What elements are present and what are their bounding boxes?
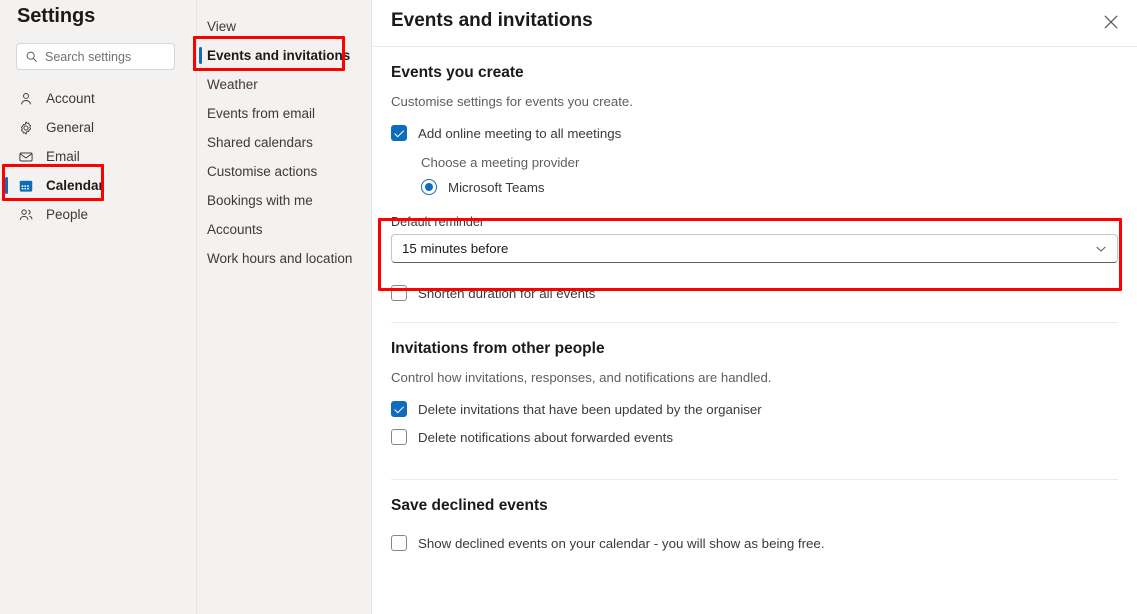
sidebar-nav: Account General Email Calendar People xyxy=(0,84,197,229)
search-settings-box[interactable] xyxy=(16,43,175,70)
subnav-item-events-from-email[interactable]: Events from email xyxy=(197,99,372,128)
subnav-item-label: Bookings with me xyxy=(207,193,313,208)
checkbox-label: Delete invitations that have been update… xyxy=(418,401,762,417)
subnav-list: View Events and invitations Weather Even… xyxy=(197,12,372,273)
checkbox-label: Shorten duration for all events xyxy=(418,285,596,301)
sidebar-item-label: General xyxy=(46,120,95,135)
radio-label: Microsoft Teams xyxy=(448,179,545,195)
calendar-icon xyxy=(17,177,34,194)
subnav-item-label: Shared calendars xyxy=(207,135,313,150)
checkbox-row-add-online-meeting[interactable]: Add online meeting to all meetings xyxy=(391,125,1118,141)
checkbox-add-online-meeting[interactable] xyxy=(391,125,407,141)
subnav-item-label: Accounts xyxy=(207,222,263,237)
checkbox-label: Delete notifications about forwarded eve… xyxy=(418,429,674,445)
checkbox-show-declined-events[interactable] xyxy=(391,535,407,551)
chevron-down-icon xyxy=(1094,242,1108,256)
subnav-item-events-and-invitations[interactable]: Events and invitations xyxy=(197,41,372,70)
subnav-item-label: Weather xyxy=(207,77,258,92)
people-icon xyxy=(17,206,34,223)
radio-microsoft-teams[interactable] xyxy=(421,179,437,195)
search-input[interactable] xyxy=(45,49,165,64)
sidebar-item-people[interactable]: People xyxy=(0,200,197,229)
sidebar-item-label: Email xyxy=(46,149,80,164)
section-description: Control how invitations, responses, and … xyxy=(391,370,772,385)
default-reminder-field: Default reminder 15 minutes before xyxy=(391,215,1118,263)
default-reminder-label: Default reminder xyxy=(391,215,485,229)
subnav-item-bookings-with-me[interactable]: Bookings with me xyxy=(197,186,372,215)
checkbox-row-delete-forwarded-notifications[interactable]: Delete notifications about forwarded eve… xyxy=(391,429,1118,445)
search-icon xyxy=(25,50,38,63)
radio-row-microsoft-teams[interactable]: Microsoft Teams xyxy=(421,179,1118,195)
sidebar-item-label: People xyxy=(46,207,89,222)
main-header: Events and invitations xyxy=(372,0,1137,47)
subnav-item-label: Work hours and location xyxy=(207,251,353,266)
checkbox-row-delete-updated-invitations[interactable]: Delete invitations that have been update… xyxy=(391,401,1118,417)
envelope-icon xyxy=(17,148,34,165)
sidebar-item-general[interactable]: General xyxy=(0,113,197,142)
main-body: Events you create Customise settings for… xyxy=(372,64,1137,551)
section-description: Customise settings for events you create… xyxy=(391,94,633,109)
calendar-subnav: View Events and invitations Weather Even… xyxy=(197,0,372,614)
subnav-item-label: Events and invitations xyxy=(207,48,351,63)
subnav-item-accounts[interactable]: Accounts xyxy=(197,215,372,244)
checkbox-delete-updated-invitations[interactable] xyxy=(391,401,407,417)
checkbox-row-shorten-duration[interactable]: Shorten duration for all events xyxy=(391,285,1118,301)
default-reminder-value: 15 minutes before xyxy=(402,241,509,256)
subnav-item-label: Events from email xyxy=(207,106,316,121)
gear-icon xyxy=(17,119,34,136)
meeting-provider-label: Choose a meeting provider xyxy=(421,155,580,170)
main-panel: Events and invitations Events you create… xyxy=(372,0,1137,614)
section-heading-save-declined-events: Save declined events xyxy=(391,497,548,514)
subnav-item-customise-actions[interactable]: Customise actions xyxy=(197,157,372,186)
section-divider-1 xyxy=(391,322,1118,323)
sidebar-item-label: Account xyxy=(46,91,95,106)
checkbox-shorten-duration[interactable] xyxy=(391,285,407,301)
sidebar-item-account[interactable]: Account xyxy=(0,84,197,113)
subnav-item-work-hours-and-location[interactable]: Work hours and location xyxy=(197,244,372,273)
default-reminder-select[interactable]: 15 minutes before xyxy=(391,234,1118,263)
checkbox-row-show-declined-events[interactable]: Show declined events on your calendar - … xyxy=(391,535,1118,551)
subnav-item-view[interactable]: View xyxy=(197,12,372,41)
close-button[interactable] xyxy=(1095,7,1127,39)
section-divider-2 xyxy=(391,479,1118,480)
settings-dialog: Settings Account xyxy=(0,0,1137,614)
checkbox-label: Show declined events on your calendar - … xyxy=(418,535,825,551)
page-title: Settings xyxy=(17,5,96,27)
person-icon xyxy=(17,90,34,107)
close-icon xyxy=(1103,14,1119,33)
main-title: Events and invitations xyxy=(391,10,593,31)
checkbox-delete-forwarded-notifications[interactable] xyxy=(391,429,407,445)
section-heading-invitations-from-other-people: Invitations from other people xyxy=(391,340,605,357)
sidebar-item-label: Calendar xyxy=(46,178,104,193)
subnav-item-label: Customise actions xyxy=(207,164,318,179)
subnav-item-weather[interactable]: Weather xyxy=(197,70,372,99)
section-heading-events-you-create: Events you create xyxy=(391,64,524,81)
sidebar-item-calendar[interactable]: Calendar xyxy=(0,171,197,200)
subnav-item-label: View xyxy=(207,19,237,34)
checkbox-label: Add online meeting to all meetings xyxy=(418,125,622,141)
subnav-item-shared-calendars[interactable]: Shared calendars xyxy=(197,128,372,157)
sidebar-item-email[interactable]: Email xyxy=(0,142,197,171)
settings-sidebar: Settings Account xyxy=(0,0,197,614)
